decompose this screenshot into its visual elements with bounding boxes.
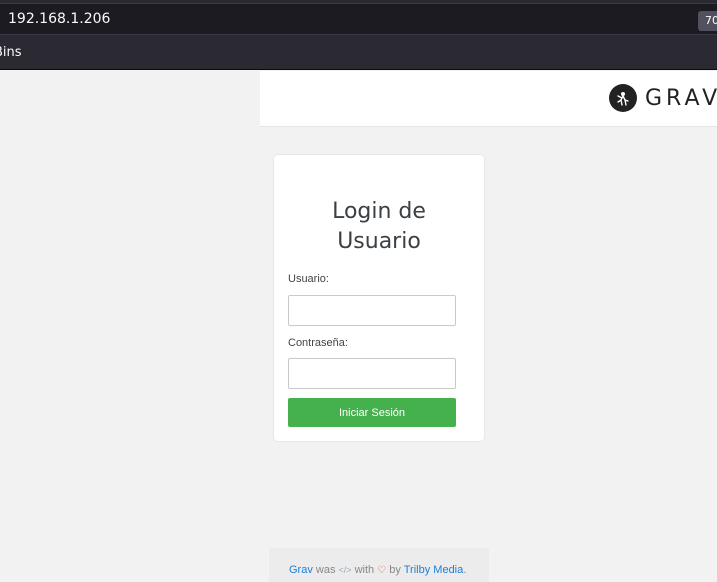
browser-toolbar: 192.168.1.206 70 [0,0,717,36]
login-submit-button[interactable]: Iniciar Sesión [288,398,456,427]
footer-with: with [354,564,375,576]
grav-link[interactable]: Grav [289,564,313,576]
footer-was: was [315,564,336,576]
login-card: Login de Usuario Usuario: Contraseña: In… [274,155,484,441]
username-label: Usuario: [288,273,329,285]
code-icon: </> [338,565,352,575]
grav-logo[interactable]: GRAV [609,83,717,113]
url-text[interactable]: 192.168.1.206 [8,11,110,27]
trilby-media-link[interactable]: Trilby Media [404,564,464,576]
footer-credits: Grav was </> with ♡ by Trilby Media. [289,564,466,576]
bookmark-bins[interactable]: Bins [0,45,22,60]
site-header: GRAV [260,71,717,127]
login-title-line2: Usuario [337,229,421,254]
address-bar[interactable]: 192.168.1.206 70 [0,3,717,35]
login-title: Login de Usuario [274,197,484,257]
password-label: Contraseña: [288,337,348,349]
footer-period: . [463,564,467,576]
grav-logo-text: GRAV [645,85,717,111]
zoom-level-badge[interactable]: 70 [698,11,717,31]
grav-logo-icon [609,84,637,112]
password-input[interactable] [288,358,456,389]
footer-by: by [389,564,401,576]
heart-icon: ♡ [377,565,387,576]
bookmarks-bar: Bins [0,36,717,70]
footer: Grav was </> with ♡ by Trilby Media. [269,548,489,582]
username-input[interactable] [288,295,456,326]
login-title-line1: Login de [332,199,426,224]
